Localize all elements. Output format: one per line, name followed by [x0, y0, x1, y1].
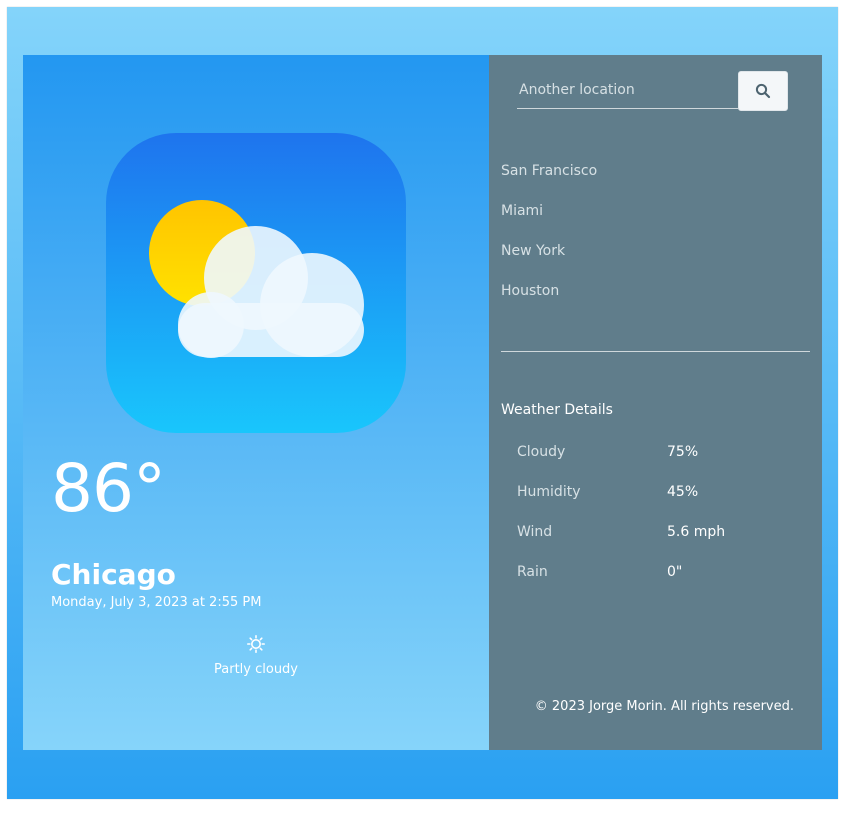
detail-value: 0"	[667, 564, 683, 580]
divider	[501, 351, 810, 352]
partly-cloudy-icon	[106, 133, 406, 433]
detail-value: 5.6 mph	[667, 524, 726, 540]
detail-label: Humidity	[517, 484, 581, 500]
weather-app: 86° Chicago Monday, July 3, 2023 at 2:55…	[23, 55, 822, 750]
detail-value: 75%	[667, 444, 699, 460]
location-item-miami[interactable]: Miami	[501, 201, 597, 241]
location-item-houston[interactable]: Houston	[501, 281, 597, 321]
copyright-footer: © 2023 Jorge Morin. All rights reserved.	[534, 699, 794, 714]
detail-label: Rain	[517, 564, 548, 580]
current-weather-panel: 86° Chicago Monday, July 3, 2023 at 2:55…	[23, 55, 489, 750]
weather-details-list: Cloudy 75% Humidity 45% Wind 5.6 mph Rai…	[517, 442, 777, 602]
detail-row-rain: Rain 0"	[517, 562, 777, 602]
detail-label: Wind	[517, 524, 553, 540]
sidebar-panel: San Francisco Miami New York Houston Wea…	[489, 55, 822, 750]
search-button[interactable]	[738, 71, 788, 111]
sun-icon	[247, 635, 265, 653]
location-item-new-york[interactable]: New York	[501, 241, 597, 281]
temperature: 86°	[51, 450, 166, 527]
detail-value: 45%	[667, 484, 699, 500]
detail-label: Cloudy	[517, 444, 566, 460]
condition-text: Partly cloudy	[214, 662, 298, 677]
city-name: Chicago	[51, 558, 176, 591]
detail-row-cloudy: Cloudy 75%	[517, 442, 777, 482]
search-input[interactable]	[517, 71, 738, 109]
location-list: San Francisco Miami New York Houston	[501, 161, 597, 321]
weather-details-title: Weather Details	[501, 402, 613, 418]
search-icon	[755, 83, 771, 99]
page-background: 86° Chicago Monday, July 3, 2023 at 2:55…	[7, 7, 838, 799]
date-time: Monday, July 3, 2023 at 2:55 PM	[51, 595, 262, 610]
search-bar	[517, 71, 788, 111]
detail-row-wind: Wind 5.6 mph	[517, 522, 777, 562]
location-item-san-francisco[interactable]: San Francisco	[501, 161, 597, 201]
detail-row-humidity: Humidity 45%	[517, 482, 777, 522]
